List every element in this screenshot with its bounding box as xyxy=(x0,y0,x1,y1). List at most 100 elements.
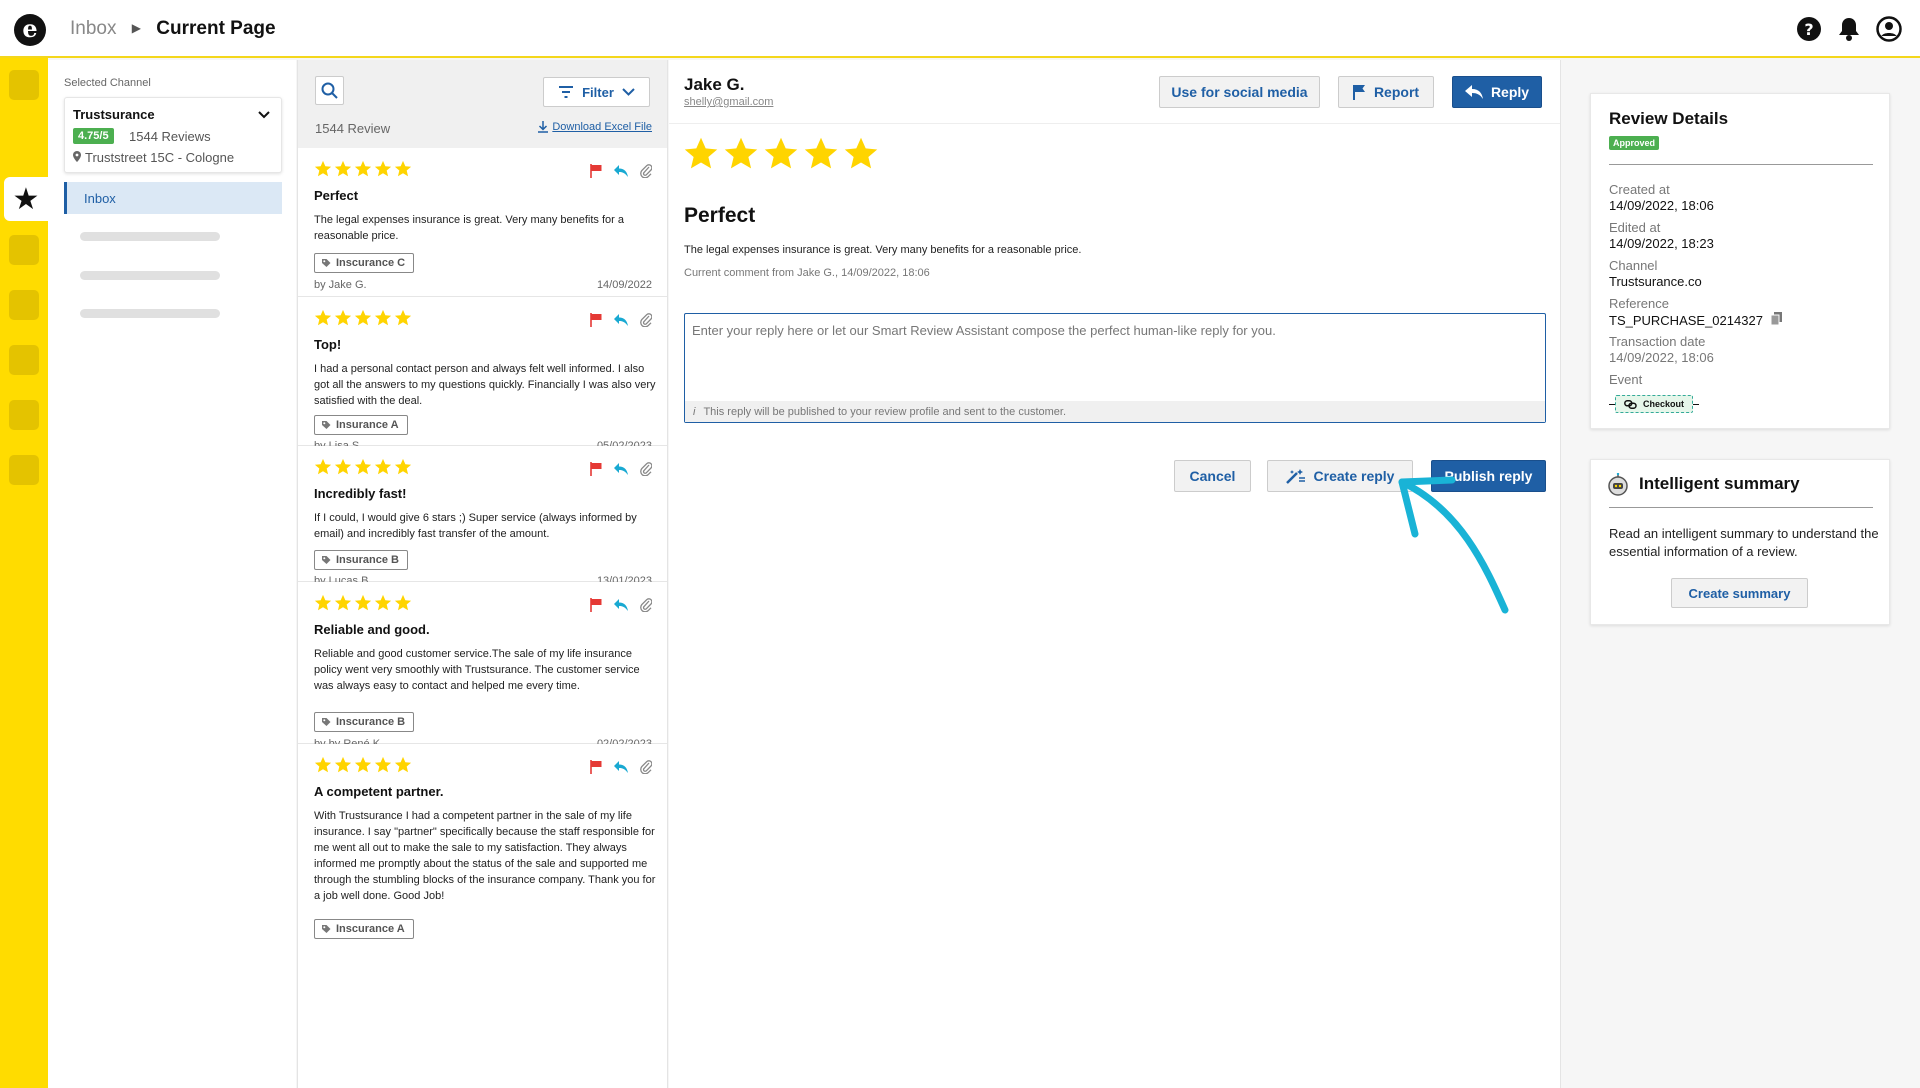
review-card[interactable]: Incredibly fast! If I could, I would giv… xyxy=(298,446,667,587)
reference-info: Reference TS_PURCHASE_0214327 xyxy=(1609,296,1782,329)
reply-box: i This reply will be published to your re… xyxy=(684,313,1546,423)
review-card[interactable]: Top! I had a personal contact person and… xyxy=(298,297,667,452)
star-icon xyxy=(354,458,372,475)
breadcrumb-current: Current Page xyxy=(156,18,276,39)
review-card[interactable]: A competent partner. With Trustsurance I… xyxy=(298,744,667,1088)
tag-icon xyxy=(322,925,331,933)
reply-icon[interactable] xyxy=(614,314,628,326)
review-card-text: With Trustsurance I had a competent part… xyxy=(314,810,656,902)
nav-item-inbox[interactable]: Inbox xyxy=(64,182,282,214)
created-at-value: 14/09/2022, 18:06 xyxy=(1609,198,1714,213)
flag-icon[interactable] xyxy=(590,313,602,327)
star-icon xyxy=(354,309,372,326)
chevron-down-icon[interactable] xyxy=(257,107,271,125)
filter-button[interactable]: Filter xyxy=(543,77,650,107)
star-rating xyxy=(314,756,412,774)
tag-icon xyxy=(322,421,331,429)
star-icon xyxy=(394,309,412,326)
rail-item[interactable] xyxy=(9,70,39,100)
nav-placeholder xyxy=(80,232,220,241)
create-summary-button[interactable]: Create summary xyxy=(1671,578,1808,608)
review-list-panel: Filter 1544 Review Download Excel File P… xyxy=(297,60,668,1088)
cancel-button[interactable]: Cancel xyxy=(1174,460,1251,492)
nav-placeholder xyxy=(80,271,220,280)
created-at-label: Created at xyxy=(1609,182,1670,197)
rating-badge: 4.75/5 xyxy=(73,128,114,144)
transaction-info: Transaction date 14/09/2022, 18:06 xyxy=(1609,334,1714,366)
reply-icon[interactable] xyxy=(614,761,628,773)
rail-item[interactable] xyxy=(9,235,39,265)
product-tag: Insurance A xyxy=(314,415,408,435)
paperclip-icon[interactable] xyxy=(640,313,652,327)
star-icon xyxy=(394,756,412,773)
breadcrumb-inbox[interactable]: Inbox xyxy=(70,18,116,39)
reply-textarea[interactable] xyxy=(685,314,1545,401)
product-tag-label: Insurance A xyxy=(336,419,399,431)
review-details-title: Review Details xyxy=(1609,109,1729,128)
flag-icon[interactable] xyxy=(590,760,602,774)
search-button[interactable] xyxy=(315,76,344,105)
review-card-text: I had a personal contact person and alwa… xyxy=(314,363,656,407)
flag-icon[interactable] xyxy=(590,598,602,612)
paperclip-icon[interactable] xyxy=(640,760,652,774)
app-logo[interactable]: e xyxy=(14,14,46,46)
reference-value-row: TS_PURCHASE_0214327 xyxy=(1609,312,1782,329)
channel-address-text: Truststreet 15C - Cologne xyxy=(85,150,235,165)
magic-wand-icon xyxy=(1285,469,1305,484)
paperclip-icon[interactable] xyxy=(640,462,652,476)
reply-icon[interactable] xyxy=(614,463,628,475)
rail-item[interactable] xyxy=(9,345,39,375)
reply-icon[interactable] xyxy=(614,599,628,611)
reference-label: Reference xyxy=(1609,296,1669,311)
review-card-actions xyxy=(590,462,652,476)
user-icon[interactable] xyxy=(1876,16,1902,42)
link-icon xyxy=(1624,399,1637,409)
use-for-social-media-button[interactable]: Use for social media xyxy=(1159,76,1320,108)
rail-item-reviews-star-icon[interactable]: ★ xyxy=(4,177,48,221)
reviewer-email[interactable]: shelly@gmail.com xyxy=(684,96,773,108)
help-icon[interactable]: ? xyxy=(1796,16,1822,42)
reply-note: i This reply will be published to your re… xyxy=(685,401,1545,422)
star-icon xyxy=(724,137,758,169)
flag-icon[interactable] xyxy=(590,164,602,178)
star-rating xyxy=(314,309,412,327)
rail-item[interactable] xyxy=(9,455,39,485)
star-icon xyxy=(354,594,372,611)
star-icon xyxy=(354,756,372,773)
flag-icon[interactable] xyxy=(590,462,602,476)
channel-info-value: Trustsurance.co xyxy=(1609,274,1702,289)
star-icon xyxy=(334,160,352,177)
transaction-value: 14/09/2022, 18:06 xyxy=(1609,350,1714,365)
report-button[interactable]: Report xyxy=(1338,76,1434,108)
intelligent-summary-card: Intelligent summary Read an intelligent … xyxy=(1590,459,1890,625)
review-card-text: Reliable and good customer service.The s… xyxy=(314,648,640,692)
rail-item[interactable] xyxy=(9,400,39,430)
publish-reply-button[interactable]: Publish reply xyxy=(1431,460,1546,492)
star-icon xyxy=(394,160,412,177)
star-icon xyxy=(374,756,392,773)
tag-icon xyxy=(322,259,331,267)
download-excel-link[interactable]: Download Excel File xyxy=(538,121,652,133)
intelligent-summary-title: Intelligent summary xyxy=(1639,474,1800,493)
review-card[interactable]: Reliable and good. Reliable and good cus… xyxy=(298,582,667,750)
edited-at-label: Edited at xyxy=(1609,220,1661,235)
paperclip-icon[interactable] xyxy=(640,164,652,178)
bell-icon[interactable] xyxy=(1836,16,1862,42)
star-icon xyxy=(314,458,332,475)
reply-icon[interactable] xyxy=(614,165,628,177)
reply-button[interactable]: Reply xyxy=(1452,76,1542,108)
create-reply-button[interactable]: Create reply xyxy=(1267,460,1413,492)
paperclip-icon[interactable] xyxy=(640,598,652,612)
channel-name: Trustsurance xyxy=(73,107,155,122)
star-icon xyxy=(334,594,352,611)
event-pill: Checkout xyxy=(1615,395,1694,413)
copy-icon[interactable] xyxy=(1770,312,1782,326)
product-tag: Inscurance B xyxy=(314,712,415,732)
left-rail: ★ xyxy=(0,58,48,1088)
star-icon xyxy=(314,756,332,773)
channel-selector[interactable]: Trustsurance 4.75/5 1544 Reviews Trustst… xyxy=(64,97,282,173)
rail-item[interactable] xyxy=(9,290,39,320)
star-icon xyxy=(844,137,878,169)
event-label: Event xyxy=(1609,372,1643,387)
review-card[interactable]: Perfect The legal expenses insurance is … xyxy=(298,148,667,297)
